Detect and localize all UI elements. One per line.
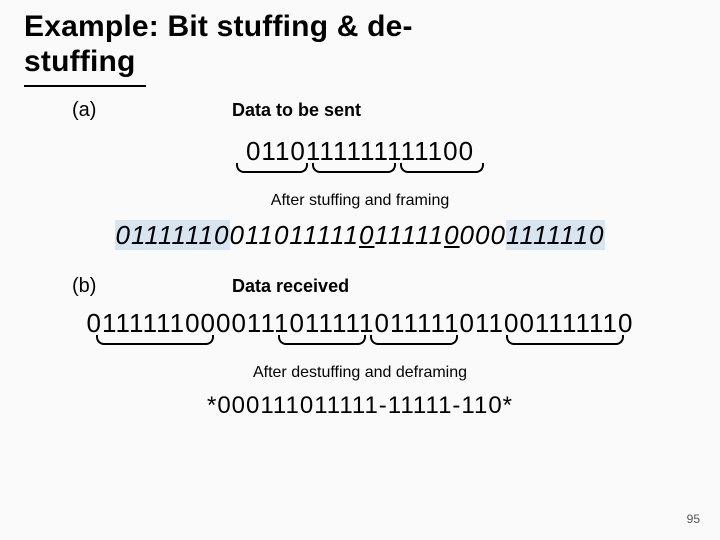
brace-gap [216,335,276,345]
part-a-label: (a) [72,99,232,122]
part-a-bits-sent-wrap: 0110111111111100 [24,136,696,178]
brace-icon [370,335,458,345]
title-line-1: Example: Bit stuffing & de- [24,10,413,43]
part-a-caption-sent: Data to be sent [232,100,361,121]
title-line-2: stuffing [24,45,136,78]
flag-close: 1111110 [506,220,605,250]
part-a-caption-stuffed: After stuffing and framing [24,192,696,210]
part-b-bits-destuffed: *000111011111-11111-110* [24,392,696,420]
brace-gap [460,335,504,345]
stuffed-seg3: 000 [460,220,506,250]
brace-icon [312,163,396,173]
slide-title: Example: Bit stuffing & de- stuffing [24,10,696,79]
part-a-bits-stuffed: 0111111001101111101111100001111110 [115,220,604,250]
brace-row-b1 [87,335,634,345]
part-a-header: (a) Data to be sent [24,99,696,122]
brace-icon [96,335,214,345]
slide-number: 95 [687,512,700,526]
stuffed-inserted-bit-1: 0 [359,220,374,250]
part-b-label: (b) [72,275,232,298]
flag-open: 01111110 [115,220,229,250]
part-a-bits-stuffed-wrap: 0111111001101111101111100001111110 [24,220,696,251]
title-underline [24,85,146,87]
part-b-caption-destuffed: After destuffing and deframing [24,364,696,382]
stuffed-seg2: 11111 [374,220,444,250]
stuffed-seg1: 011011111 [230,220,360,250]
part-b-caption-received: Data received [232,276,349,297]
part-b-header: (b) Data received [24,275,696,298]
stuffed-inserted-bit-2: 0 [444,220,459,250]
part-b-bits-received-wrap: 01111110000111011111011111011001111110 [24,308,696,350]
slide: Example: Bit stuffing & de- stuffing (a)… [0,0,720,540]
brace-icon [236,163,308,173]
brace-icon [506,335,624,345]
brace-icon [400,163,484,173]
brace-icon [278,335,366,345]
brace-row-a1 [234,163,486,173]
